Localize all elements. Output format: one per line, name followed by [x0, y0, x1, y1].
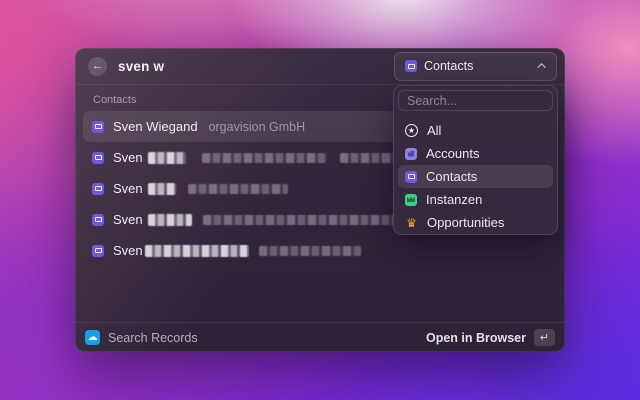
salesforce-cloud-icon: ☁	[85, 330, 100, 345]
dropdown-item-all[interactable]: ★ All	[398, 119, 553, 142]
redacted-text-block	[188, 184, 288, 194]
result-title: Sven	[113, 181, 143, 196]
contact-object-icon	[92, 245, 104, 257]
back-arrow-icon: ←	[92, 57, 103, 75]
dropdown-item-contacts[interactable]: Contacts	[398, 165, 553, 188]
redacted-text-block	[145, 245, 249, 257]
filter-dropdown-button[interactable]: Contacts	[394, 52, 557, 81]
redacted-text-block	[202, 153, 327, 163]
footer-bar: ☁ Search Records Open in Browser ↵	[75, 322, 565, 352]
contact-object-icon	[92, 183, 104, 195]
account-icon	[405, 148, 417, 160]
app-name-label: Search Records	[108, 331, 418, 345]
dropdown-item-opportunities[interactable]: ♛ Opportunities	[398, 211, 553, 234]
all-star-icon: ★	[405, 124, 418, 137]
dropdown-item-accounts[interactable]: Accounts	[398, 142, 553, 165]
redacted-text-block	[148, 183, 176, 195]
return-key-icon[interactable]: ↵	[534, 329, 555, 346]
result-title: Sven Wiegand	[113, 119, 198, 134]
contact-icon	[405, 171, 417, 183]
filter-dropdown-label: Contacts	[424, 59, 533, 73]
dropdown-item-instanzen[interactable]: Instanzen	[398, 188, 553, 211]
dropdown-item-label: Instanzen	[426, 192, 482, 207]
chevron-up-icon	[537, 63, 545, 71]
contact-result-row[interactable]: Sven	[83, 235, 557, 266]
back-button[interactable]: ←	[88, 57, 107, 76]
search-query-input[interactable]: sven w	[118, 59, 394, 74]
dropdown-item-label: All	[427, 123, 441, 138]
redacted-text-block	[148, 152, 186, 164]
result-title: Sven	[113, 150, 143, 165]
dropdown-item-label: Accounts	[426, 146, 479, 161]
opportunity-icon: ♛	[405, 217, 418, 229]
redacted-text-block	[148, 214, 192, 226]
open-in-browser-button[interactable]: Open in Browser	[426, 331, 526, 345]
filter-dropdown-menu: ★ All Accounts Contacts Instanzen ♛ Opportunit…	[393, 85, 558, 235]
redacted-text-block	[203, 215, 401, 225]
dropdown-search-input[interactable]	[407, 94, 544, 108]
dropdown-item-label: Opportunities	[427, 215, 504, 230]
search-records-window: ← sven w Contacts Contacts Sven Wiegand o…	[75, 48, 565, 352]
result-title: Sven	[113, 212, 143, 227]
dropdown-item-label: Contacts	[426, 169, 477, 184]
contact-object-icon	[92, 214, 104, 226]
result-subtitle: orgavision GmbH	[209, 120, 306, 134]
contact-object-icon	[405, 60, 417, 72]
contact-object-icon	[92, 152, 104, 164]
redacted-text-block	[259, 246, 361, 256]
dropdown-search-field[interactable]	[398, 90, 553, 111]
contact-object-icon	[92, 121, 104, 133]
instance-icon	[405, 194, 417, 206]
result-title: Sven	[113, 243, 143, 258]
search-header: ← sven w Contacts	[75, 48, 565, 84]
dropdown-menu-list: ★ All Accounts Contacts Instanzen ♛ Opportunit…	[394, 115, 557, 238]
